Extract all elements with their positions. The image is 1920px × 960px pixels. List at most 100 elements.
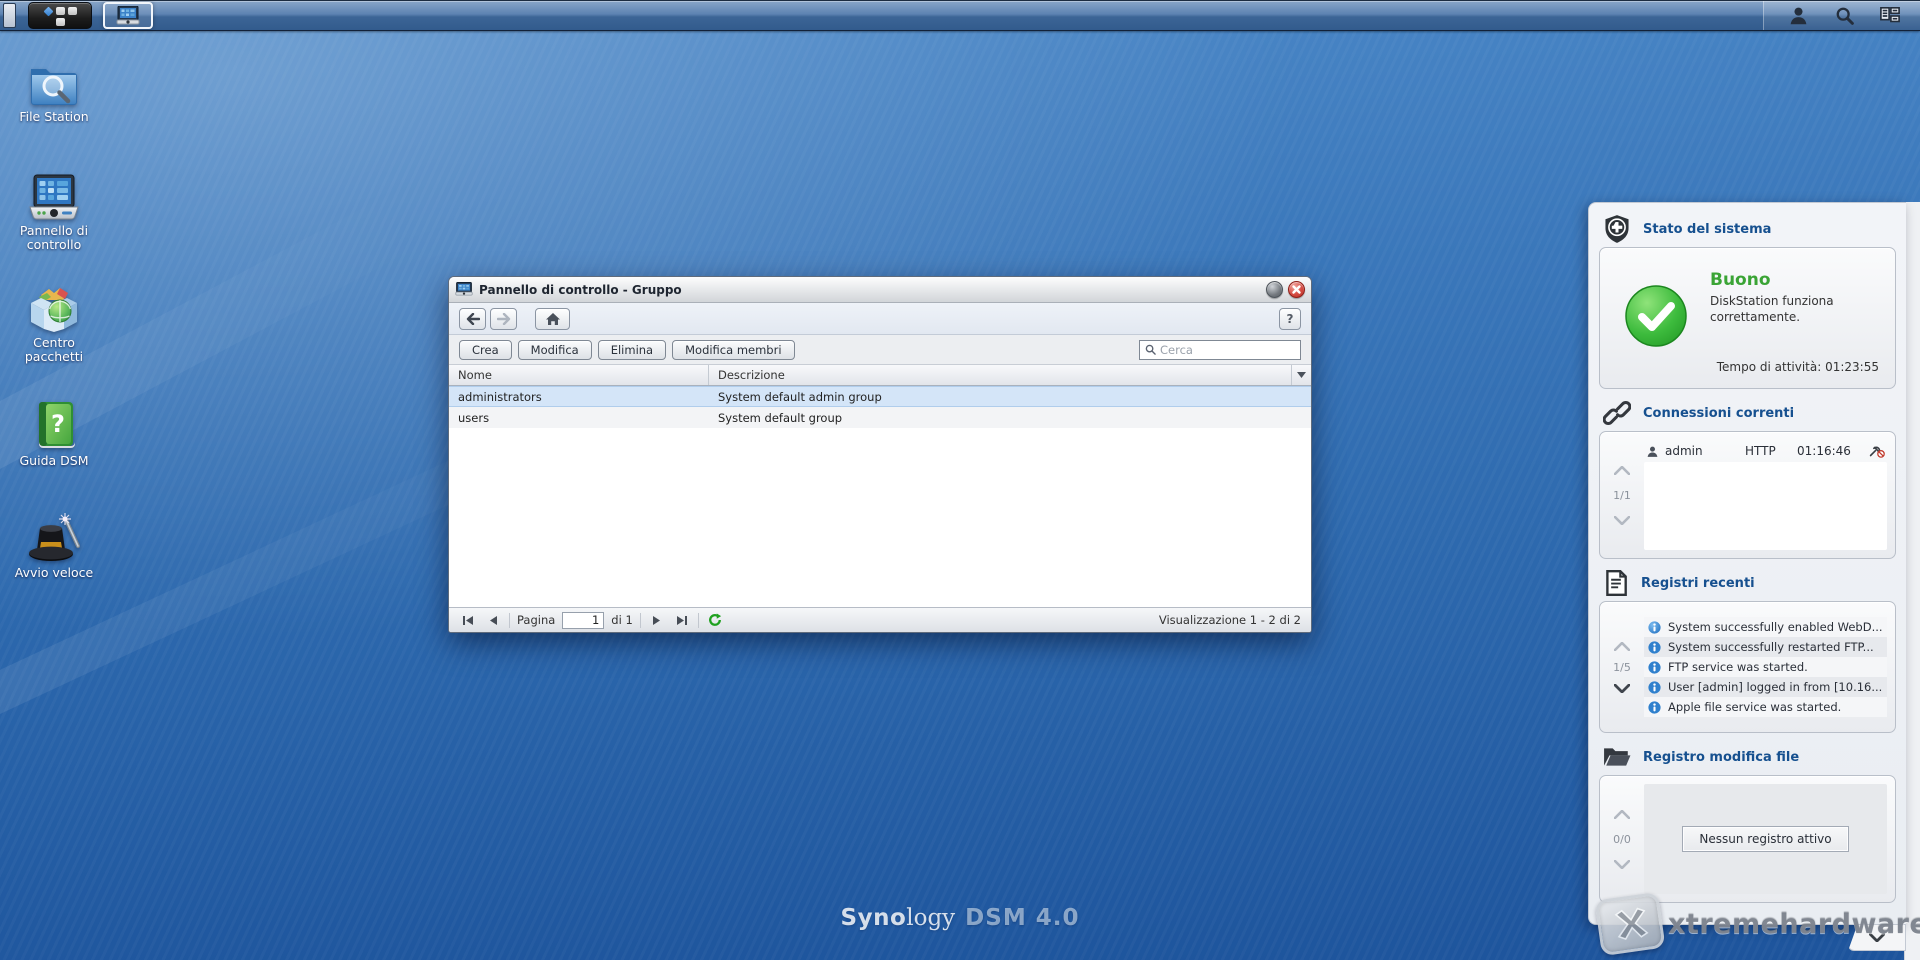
panel-collapse-tab[interactable]: [1848, 925, 1906, 951]
search-button[interactable]: [1824, 2, 1864, 29]
back-arrow-icon: [466, 313, 480, 325]
log-text: System successfully restarted FTP...: [1668, 640, 1874, 654]
desktop-icon-package-center[interactable]: Centro pacchetti: [0, 282, 108, 365]
user-icon: [1788, 5, 1809, 26]
desktop-icon-label: File Station: [19, 110, 88, 124]
desktop: File Station Pannello di controllo: [0, 0, 1920, 960]
window-title-icon: [455, 282, 473, 297]
log-row[interactable]: System successfully enabled WebD...: [1644, 617, 1887, 637]
taskbar-item-control-panel[interactable]: [103, 2, 153, 29]
connections-card: 1/1 admin HTTP 01:16:46: [1599, 431, 1896, 559]
divider: [640, 613, 641, 628]
last-page-button[interactable]: [673, 611, 691, 629]
chevron-down-icon: [1297, 372, 1306, 378]
forward-button[interactable]: [490, 308, 517, 330]
home-icon: [545, 312, 561, 326]
log-text: Apple file service was started.: [1668, 700, 1841, 714]
help-button[interactable]: ?: [1279, 308, 1301, 330]
log-list: System successfully enabled WebD... Syst…: [1644, 602, 1895, 732]
pagination-status: Visualizzazione 1 - 2 di 2: [1159, 613, 1301, 627]
connections-pager: 1/1: [1613, 489, 1631, 502]
taskbar-right-tray: [1763, 1, 1920, 30]
pilot-view-button[interactable]: [1870, 2, 1910, 29]
section-title: Registro modifica file: [1643, 750, 1799, 765]
pagination-bar: Pagina di 1 Visualizzazione: [449, 607, 1311, 632]
menu-square-icon: [56, 18, 65, 26]
uptime-text: Tempo di attività: 01:23:55: [1717, 360, 1879, 374]
page-label: Pagina: [517, 613, 555, 627]
create-button[interactable]: Crea: [459, 340, 512, 360]
link-icon: [1603, 399, 1631, 427]
log-text: FTP service was started.: [1668, 660, 1808, 674]
section-connections: Connessioni correnti: [1599, 395, 1896, 431]
page-down-button[interactable]: [1614, 860, 1630, 869]
refresh-button[interactable]: [706, 611, 724, 629]
delete-button[interactable]: Elimina: [598, 340, 666, 360]
edit-members-button[interactable]: Modifica membri: [672, 340, 794, 360]
back-button[interactable]: [459, 308, 486, 330]
main-menu-button[interactable]: [28, 2, 92, 29]
no-active-log-button[interactable]: Nessun registro attivo: [1682, 826, 1848, 852]
log-row[interactable]: FTP service was started.: [1644, 657, 1887, 677]
user-menu-button[interactable]: [1778, 2, 1818, 29]
table-header: Nome Descrizione: [449, 365, 1311, 386]
first-page-button[interactable]: [459, 611, 477, 629]
info-icon: [1648, 641, 1661, 654]
info-icon: [1648, 681, 1661, 694]
search-input[interactable]: [1160, 343, 1295, 357]
chevron-down-icon: [1869, 933, 1885, 942]
divider: [698, 613, 699, 628]
top-taskbar: [0, 0, 1920, 31]
control-panel-icon: [27, 170, 81, 220]
log-text: System successfully enabled WebD...: [1668, 620, 1883, 634]
show-desktop-button[interactable]: [3, 3, 16, 28]
log-row[interactable]: User [admin] logged in from [10.16...: [1644, 677, 1887, 697]
search-icon: [1834, 5, 1855, 26]
window-toolbar: ?: [449, 303, 1311, 335]
desktop-icon-file-station[interactable]: File Station: [0, 56, 108, 124]
column-header-descrizione[interactable]: Descrizione: [709, 365, 1291, 385]
desktop-icon-quick-start[interactable]: Avvio veloce: [0, 512, 108, 580]
last-page-icon: [676, 615, 688, 626]
forward-arrow-icon: [497, 313, 511, 325]
page-down-button[interactable]: [1614, 516, 1630, 525]
menu-square-icon: [68, 7, 77, 15]
window-titlebar[interactable]: Pannello di controllo - Gruppo: [449, 277, 1311, 303]
menu-diamond-icon: [44, 7, 53, 15]
minimize-button[interactable]: [1266, 281, 1283, 298]
page-up-button[interactable]: [1614, 466, 1630, 475]
column-menu-button[interactable]: [1291, 365, 1311, 385]
table-row[interactable]: administrators System default admin grou…: [449, 386, 1311, 407]
next-page-button[interactable]: [648, 611, 666, 629]
page-up-button[interactable]: [1614, 810, 1630, 819]
home-button[interactable]: [535, 308, 570, 330]
close-icon: [1288, 281, 1305, 298]
health-status: Buono: [1710, 270, 1771, 290]
health-detail: DiskStation funziona correttamente.: [1710, 294, 1880, 325]
log-row[interactable]: Apple file service was started.: [1644, 697, 1887, 717]
pilot-view-panel: Stato del sistema Buono DiskStation funz…: [1588, 202, 1906, 925]
disconnect-icon[interactable]: [1869, 445, 1885, 458]
file-station-icon: [28, 56, 80, 106]
log-row[interactable]: System successfully restarted FTP...: [1644, 637, 1887, 657]
column-header-nome[interactable]: Nome: [449, 365, 709, 385]
window-title: Pannello di controllo - Gruppo: [479, 283, 682, 297]
recent-logs-card: 1/5 System successfully enabled WebD...: [1599, 601, 1896, 733]
page-down-button[interactable]: [1614, 684, 1630, 693]
table-row[interactable]: users System default group: [449, 407, 1311, 428]
close-button[interactable]: [1288, 281, 1305, 298]
page-input[interactable]: [562, 612, 604, 629]
prev-page-button[interactable]: [484, 611, 502, 629]
desktop-icon-dsm-help[interactable]: ? Guida DSM: [0, 400, 108, 468]
desktop-icon-control-panel[interactable]: Pannello di controllo: [0, 170, 108, 253]
edit-button[interactable]: Modifica: [518, 340, 592, 360]
info-icon: [1648, 701, 1661, 714]
cell-descrizione: System default group: [709, 411, 1311, 425]
section-recent-logs: Registri recenti: [1599, 565, 1896, 601]
dsm-version: DSM 4.0: [965, 905, 1079, 931]
package-center-icon: [27, 282, 81, 332]
table-body: administrators System default admin grou…: [449, 386, 1311, 607]
page-up-button[interactable]: [1614, 642, 1630, 651]
connection-row[interactable]: admin HTTP 01:16:46: [1644, 440, 1887, 462]
search-box[interactable]: [1139, 340, 1301, 360]
